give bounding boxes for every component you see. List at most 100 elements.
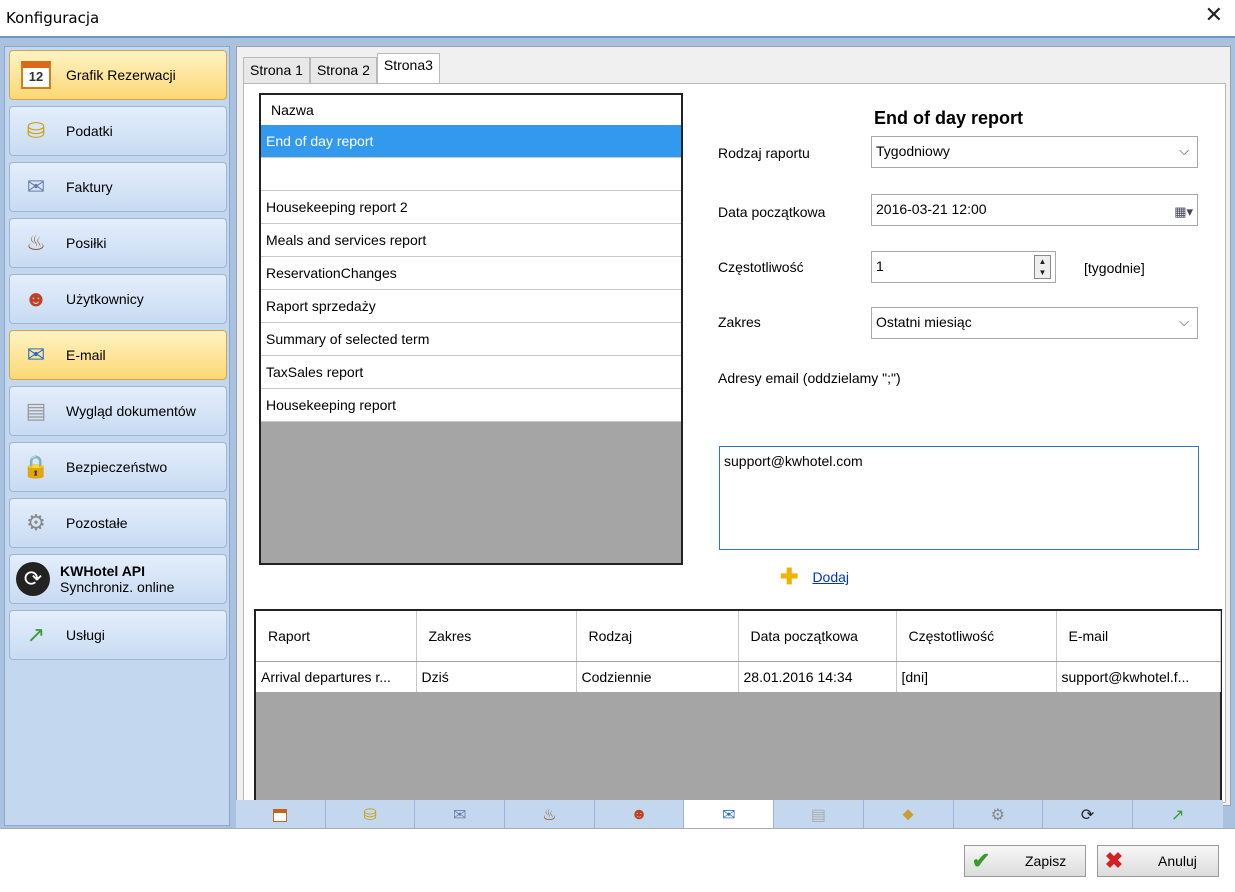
- cancel-button-label: Anuluj: [1158, 853, 1197, 869]
- add-link-label: Dodaj: [812, 569, 850, 585]
- start-date-picker[interactable]: 2016-03-21 12:00 ▦▾: [871, 194, 1198, 226]
- column-header-zakres[interactable]: Zakres: [416, 611, 577, 662]
- coins-icon: ⛁: [26, 118, 46, 143]
- table-row[interactable]: Arrival departures r... Dziś Codziennie …: [256, 661, 1221, 692]
- sidebar-item-label: E-mail: [66, 347, 106, 363]
- email-icon: ✉: [26, 342, 46, 367]
- invoice-icon: ✉: [26, 174, 46, 199]
- cross-icon: ✖: [1104, 848, 1124, 873]
- table-cell[interactable]: support@kwhotel.f...: [1056, 661, 1221, 692]
- sidebar-item-uzytkownicy[interactable]: ☻ Użytkownicy: [9, 274, 227, 324]
- spin-buttons-icon[interactable]: ▲ ▼: [1034, 255, 1051, 279]
- calendar-dropdown-icon[interactable]: ▦▾: [1174, 198, 1193, 226]
- tab-strona-1[interactable]: Strona 1: [243, 57, 310, 83]
- range-select[interactable]: Ostatni miesiąc ⌵: [871, 307, 1198, 339]
- tab-strip: Strona 1 Strona 2 Strona3: [243, 53, 440, 83]
- sidebar-item-label: Wygląd dokumentów: [66, 403, 196, 419]
- sidebar-item-label: Bezpieczeństwo: [66, 459, 168, 475]
- users-icon: ☻: [24, 286, 48, 311]
- save-button[interactable]: ✔ Zapisz: [964, 845, 1086, 877]
- range-label: Zakres: [718, 314, 761, 330]
- report-list: Nazwa End of day report Housekeeping rep…: [259, 93, 683, 565]
- sidebar-item-grafik-rezerwacji[interactable]: 12 Grafik Rezerwacji: [9, 50, 227, 100]
- quick-nav-calendar-icon[interactable]: [236, 800, 326, 830]
- table-cell[interactable]: [dni]: [896, 661, 1057, 692]
- start-date-value: 2016-03-21 12:00: [876, 201, 987, 217]
- cancel-button[interactable]: ✖ Anuluj: [1097, 845, 1219, 877]
- gears-icon: ⚙: [26, 510, 46, 535]
- report-list-item[interactable]: Housekeeping report: [261, 389, 681, 422]
- sidebar-item-label: Usługi: [66, 627, 105, 643]
- report-list-item[interactable]: Summary of selected term: [261, 323, 681, 356]
- tab-page: Nazwa End of day report Housekeeping rep…: [243, 83, 1226, 837]
- title-bar: Konfiguracja ✕: [0, 0, 1235, 36]
- report-list-item[interactable]: End of day report: [261, 125, 681, 158]
- sidebar-item-sublabel: Synchroniz. online: [60, 579, 175, 595]
- calendar-icon: 12: [16, 57, 56, 93]
- chevron-down-icon: ⌵: [1179, 143, 1189, 158]
- table-cell[interactable]: Dziś: [416, 661, 577, 692]
- sidebar-item-uslugi[interactable]: ↗ Usługi: [9, 610, 227, 660]
- frequency-unit: [tygodnie]: [1084, 260, 1145, 276]
- tab-strona-2[interactable]: Strona 2: [309, 57, 377, 83]
- sidebar-item-podatki[interactable]: ⛁ Podatki: [9, 106, 227, 156]
- sidebar-item-label: Podatki: [66, 123, 113, 139]
- window-body: 12 Grafik Rezerwacji ⛁ Podatki ✉ Faktury…: [0, 36, 1235, 837]
- report-type-label: Rodzaj raportu: [718, 145, 810, 161]
- chart-icon: ↗: [26, 622, 46, 647]
- column-header-czestotliwosc[interactable]: Częstotliwość: [896, 611, 1057, 662]
- emails-label: Adresy email (oddzielamy ";"): [718, 370, 901, 386]
- report-list-item[interactable]: [261, 158, 681, 191]
- sidebar-item-pozostale[interactable]: ⚙ Pozostałe: [9, 498, 227, 548]
- quick-nav-email-icon[interactable]: ✉: [684, 800, 775, 830]
- quick-nav-gears-icon[interactable]: ⚙: [954, 800, 1044, 830]
- main-panel: Strona 1 Strona 2 Strona3 Nazwa End of d…: [236, 46, 1231, 837]
- sync-icon: ⟳: [16, 562, 50, 596]
- quick-nav-sync-icon[interactable]: ⟳: [1043, 800, 1133, 830]
- sidebar-item-label: Pozostałe: [66, 515, 128, 531]
- quick-nav-coins-icon[interactable]: ⛁: [326, 800, 416, 830]
- range-value: Ostatni miesiąc: [876, 314, 972, 330]
- quick-nav-document-icon[interactable]: ▤: [774, 800, 864, 830]
- report-list-item[interactable]: TaxSales report: [261, 356, 681, 389]
- quick-nav-bar: ⛁ ✉ ♨ ☻ ✉ ▤ ⬥ ⚙ ⟳ ↗: [236, 800, 1223, 830]
- column-header-rodzaj[interactable]: Rodzaj: [576, 611, 739, 662]
- sidebar-item-label: Posiłki: [66, 235, 107, 251]
- tab-strona-3[interactable]: Strona3: [376, 53, 440, 83]
- quick-nav-meal-icon[interactable]: ♨: [505, 800, 595, 830]
- close-icon[interactable]: ✕: [1205, 4, 1223, 28]
- sidebar-item-email[interactable]: ✉ E-mail: [9, 330, 227, 380]
- emails-textarea[interactable]: support@kwhotel.com: [719, 446, 1199, 550]
- padlock-icon: 🔒: [22, 454, 50, 479]
- column-header-email[interactable]: E-mail: [1056, 611, 1221, 662]
- footer: ✔ Zapisz ✖ Anuluj: [0, 828, 1235, 892]
- document-icon: ▤: [25, 398, 47, 423]
- quick-nav-chart-icon[interactable]: ↗: [1133, 800, 1223, 830]
- sidebar-item-faktury[interactable]: ✉ Faktury: [9, 162, 227, 212]
- report-type-select[interactable]: Tygodniowy ⌵: [871, 136, 1198, 168]
- window-title: Konfiguracja: [6, 9, 100, 27]
- table-cell[interactable]: Codziennie: [576, 661, 739, 692]
- frequency-stepper[interactable]: 1 ▲ ▼: [871, 251, 1056, 283]
- chevron-down-icon: ⌵: [1179, 314, 1189, 329]
- sidebar-item-posilki[interactable]: ♨ Posiłki: [9, 218, 227, 268]
- report-list-item[interactable]: ReservationChanges: [261, 257, 681, 290]
- save-button-label: Zapisz: [1025, 853, 1067, 869]
- quick-nav-users-icon[interactable]: ☻: [595, 800, 685, 830]
- quick-nav-padlock-icon[interactable]: ⬥: [864, 800, 954, 830]
- report-list-item[interactable]: Housekeeping report 2: [261, 191, 681, 224]
- add-button[interactable]: ✚ Dodaj: [780, 566, 850, 588]
- column-header-data-poczatkowa[interactable]: Data początkowa: [738, 611, 897, 662]
- sidebar: 12 Grafik Rezerwacji ⛁ Podatki ✉ Faktury…: [4, 46, 230, 826]
- start-date-label: Data początkowa: [718, 204, 826, 220]
- table-cell[interactable]: Arrival departures r...: [256, 661, 417, 692]
- sidebar-item-bezpieczenstwo[interactable]: 🔒 Bezpieczeństwo: [9, 442, 227, 492]
- report-list-item[interactable]: Meals and services report: [261, 224, 681, 257]
- column-header-raport[interactable]: Raport: [256, 611, 417, 662]
- sidebar-item-kwhotel-api[interactable]: ⟳ KWHotel API Synchroniz. online: [9, 554, 227, 604]
- table-cell[interactable]: 28.01.2016 14:34: [738, 661, 897, 692]
- meal-icon: ♨: [26, 230, 46, 255]
- report-list-item[interactable]: Raport sprzedaży: [261, 290, 681, 323]
- sidebar-item-wyglad-dokumentow[interactable]: ▤ Wygląd dokumentów: [9, 386, 227, 436]
- quick-nav-invoice-icon[interactable]: ✉: [415, 800, 506, 830]
